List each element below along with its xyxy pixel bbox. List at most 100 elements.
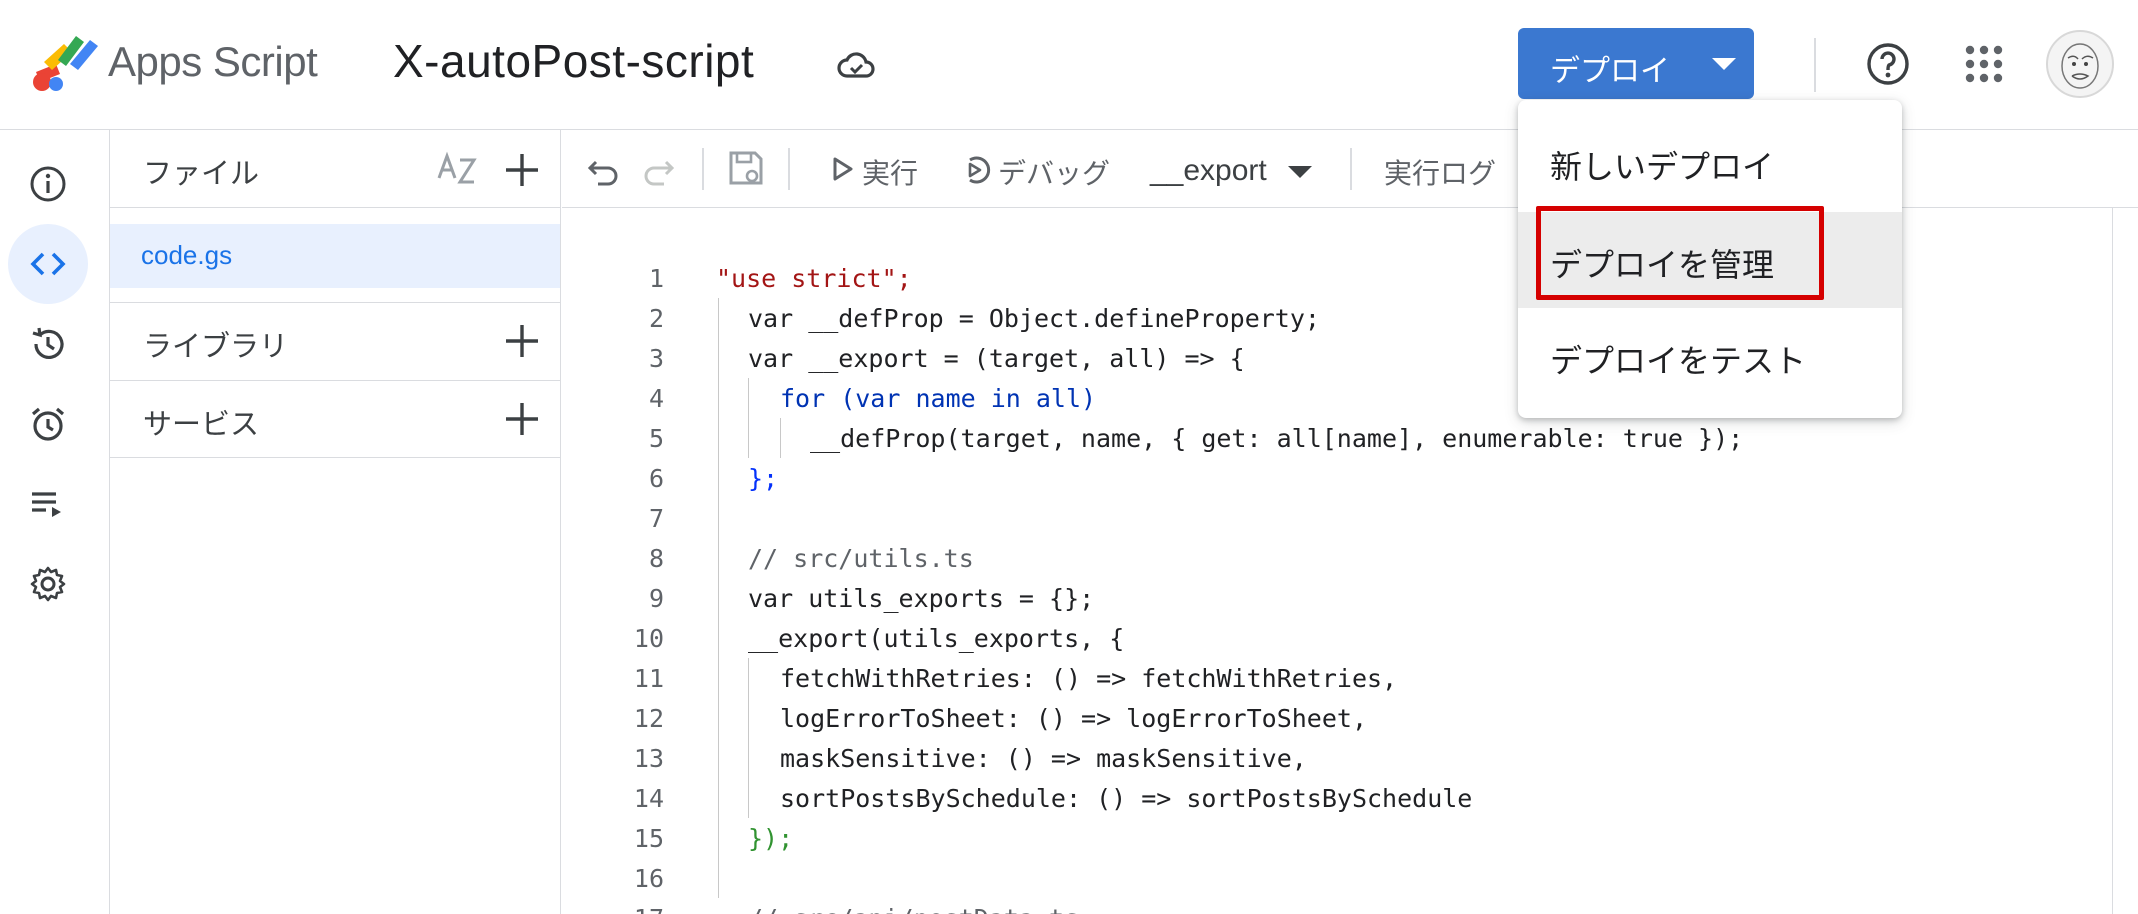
history-nav[interactable] (8, 304, 88, 384)
indent-guide (718, 418, 719, 458)
code-text: maskSensitive: () => maskSensitive, (780, 744, 1307, 773)
sort-az-icon[interactable] (436, 148, 480, 192)
info-icon (30, 166, 66, 202)
line-number: 4 (648, 384, 664, 413)
code-line: 13 maskSensitive: () => maskSensitive, (562, 738, 2112, 778)
code-text: var utils_exports = {}; (748, 584, 1095, 613)
code-line: 5 __defProp(target, name, { get: all[nam… (562, 418, 2112, 458)
code-text: fetchWithRetries: () => fetchWithRetries… (780, 664, 1398, 693)
triggers-nav[interactable] (8, 384, 88, 464)
menu-item-manage-deployments[interactable]: デプロイを管理 (1518, 212, 1902, 308)
indent-guide (718, 618, 719, 658)
add-library-icon[interactable] (502, 321, 542, 361)
menu-item-label: 新しいデプロイ (1550, 148, 1775, 186)
code-line: 12 logErrorToSheet: () => logErrorToShee… (562, 698, 2112, 738)
debug-icon (968, 156, 991, 184)
editor-nav[interactable] (8, 224, 88, 304)
line-number: 17 (562, 904, 664, 914)
executions-icon (32, 492, 61, 517)
code-icon (30, 252, 66, 276)
gear-icon (30, 566, 66, 602)
debug-label: デバッグ (998, 157, 1111, 190)
code-line: 10 __export(utils_exports, { (562, 618, 2112, 658)
line-number: 6 (648, 464, 664, 493)
code-line: 14 sortPostsBySchedule: () => sortPostsB… (562, 778, 2112, 818)
code-text: logErrorToSheet: () => logErrorToSheet, (780, 704, 1367, 733)
deploy-button-label: デプロイ (1550, 54, 1670, 89)
line-number: 8 (648, 544, 664, 573)
code-text: for (var name in all) (780, 384, 1097, 413)
menu-item-label: デプロイを管理 (1550, 246, 1775, 284)
line-number: 3 (648, 344, 664, 373)
line-number: 5 (648, 424, 664, 453)
indent-guide (748, 378, 749, 418)
line-number: 2 (648, 304, 664, 333)
code-line: 17 // src/api/postData.ts (562, 898, 2112, 914)
debug-button[interactable]: デバッグ (956, 140, 1136, 198)
menu-item-test-deployments[interactable]: デプロイをテスト (1518, 308, 1902, 404)
deploy-menu: 新しいデプロイ デプロイを管理 デプロイをテスト (1518, 100, 1902, 418)
history-icon (32, 327, 64, 359)
line-number: 15 (633, 824, 664, 853)
indent-guide (748, 738, 749, 778)
run-button[interactable]: 実行 (826, 140, 950, 198)
indent-guide (718, 578, 719, 618)
libraries-title: ライブラリ (143, 329, 289, 363)
indent-guide (718, 338, 719, 378)
menu-item-new-deployment[interactable]: 新しいデプロイ (1518, 114, 1902, 210)
code-text: __export(utils_exports, { (748, 624, 1125, 653)
app-name: Apps Script (108, 38, 318, 85)
avatar-face-icon (2061, 43, 2099, 89)
add-service-icon[interactable] (502, 399, 542, 439)
indent-guide (718, 378, 719, 418)
function-select[interactable]: __export (1150, 150, 1330, 194)
code-line: 11 fetchWithRetries: () => fetchWithRetr… (562, 658, 2112, 698)
files-title: ファイル (143, 156, 260, 190)
avatar[interactable] (2046, 30, 2114, 98)
overview-nav[interactable] (8, 144, 88, 224)
code-text: // src/utils.ts (748, 544, 974, 573)
toolbar-divider (788, 148, 790, 190)
file-item-code-gs[interactable]: code.gs (110, 224, 560, 288)
code-text: __defProp(target, name, { get: all[name]… (810, 424, 1744, 453)
indent-guide (718, 778, 719, 818)
execution-log-button[interactable]: 実行ログ (1384, 152, 1496, 192)
deploy-button[interactable]: デプロイ (1518, 28, 1754, 99)
libraries-section: ライブラリ (110, 302, 561, 380)
code-text: }; (748, 464, 779, 493)
code-text: sortPostsBySchedule: () => sortPostsBySc… (780, 784, 1473, 813)
add-file-icon[interactable] (502, 150, 542, 190)
chevron-down-icon (1712, 58, 1736, 70)
file-name: code.gs (141, 240, 233, 270)
save-icon[interactable] (726, 148, 766, 188)
left-nav-rail (0, 130, 110, 914)
indent-guide (718, 538, 719, 578)
code-text: var __defProp = Object.defineProperty; (748, 304, 1320, 333)
executions-nav[interactable] (8, 464, 88, 544)
indent-guide (718, 658, 719, 698)
services-section: サービス (110, 380, 561, 458)
files-header: ファイル (110, 130, 561, 208)
apps-script-logo[interactable] (30, 34, 100, 92)
editor-scrollbar[interactable] (2112, 208, 2138, 914)
indent-guide (718, 858, 719, 898)
undo-icon[interactable] (586, 152, 622, 188)
alarm-icon (31, 407, 65, 441)
project-title[interactable]: X-autoPost-script (393, 34, 754, 88)
code-text: var __export = (target, all) => { (748, 344, 1245, 373)
line-number: 9 (648, 584, 664, 613)
chevron-down-icon (1288, 166, 1312, 178)
settings-nav[interactable] (8, 544, 88, 624)
apps-grid-icon[interactable] (1964, 44, 2004, 84)
line-number: 11 (633, 664, 664, 693)
toolbar-divider (702, 148, 704, 190)
redo-icon[interactable] (640, 152, 676, 188)
cloud-saved-icon (837, 52, 875, 78)
services-title: サービス (143, 407, 260, 441)
help-icon[interactable] (1864, 40, 1912, 88)
line-number: 16 (633, 864, 664, 893)
indent-guide (748, 778, 749, 818)
play-icon (833, 157, 853, 181)
run-label: 実行 (862, 157, 919, 190)
code-text: }); (748, 824, 794, 853)
